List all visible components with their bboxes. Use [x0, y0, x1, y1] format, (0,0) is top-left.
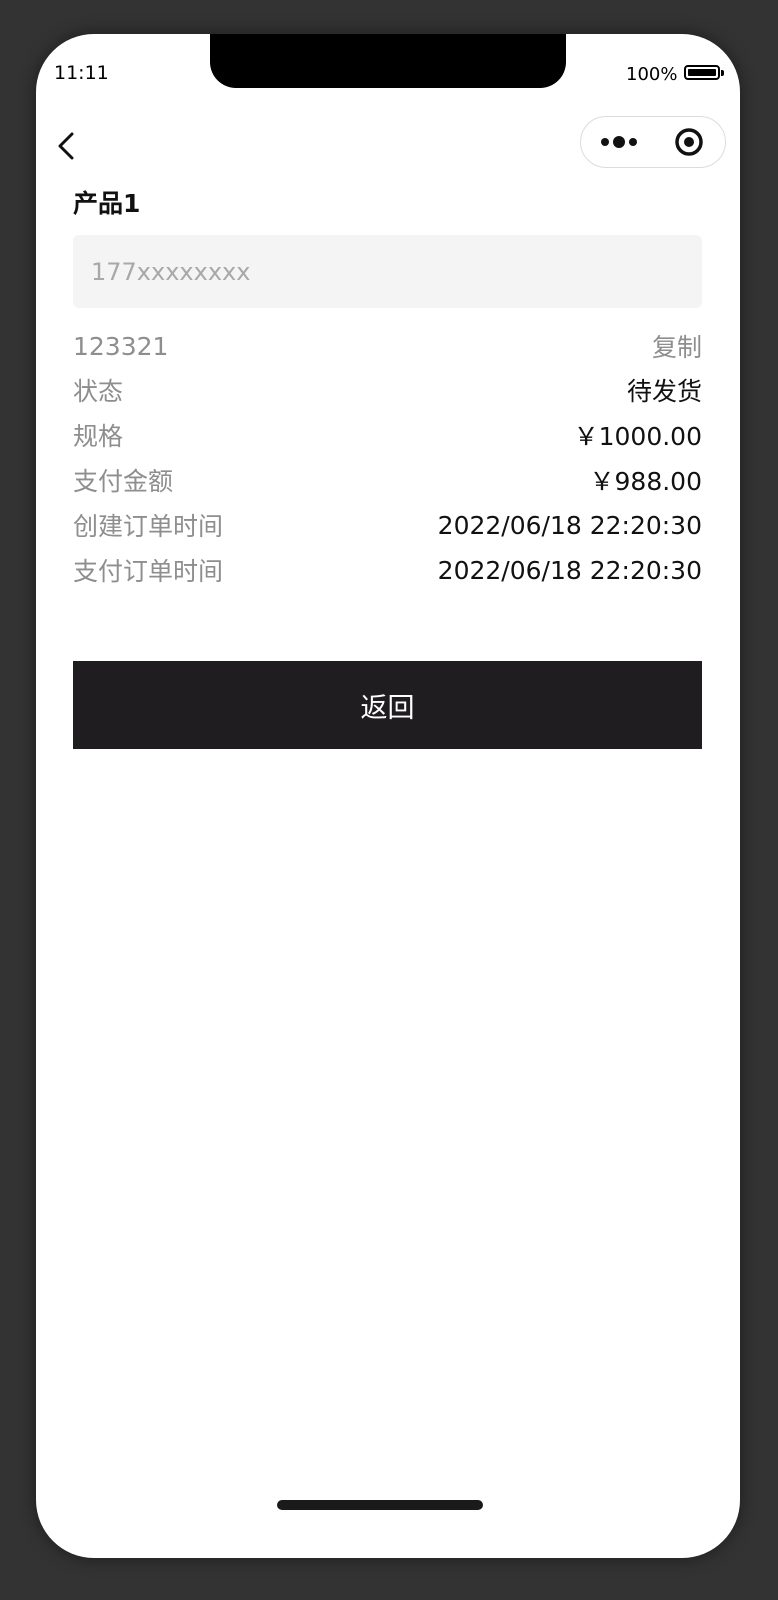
product-title: 产品1 [73, 189, 141, 218]
order-number-row: 123321 复制 [73, 326, 702, 366]
status-value: 待发货 [626, 377, 702, 406]
battery-tip [721, 70, 724, 76]
more-button[interactable] [591, 117, 651, 167]
payment-amount-row: 支付金额 ￥988.00 [73, 460, 702, 500]
paid-time-row: 支付订单时间 2022/06/18 22:20:30 [73, 550, 702, 590]
return-button[interactable]: 返回 [73, 661, 702, 749]
paid-time-value: 2022/06/18 22:20:30 [437, 555, 702, 585]
created-time-label: 创建订单时间 [73, 512, 224, 541]
back-button[interactable] [48, 126, 88, 166]
home-indicator [277, 1500, 483, 1510]
status-label: 状态 [73, 377, 124, 406]
created-time-row: 创建订单时间 2022/06/18 22:20:30 [73, 505, 702, 545]
payment-amount-value: ￥988.00 [589, 467, 702, 496]
paid-time-label: 支付订单时间 [73, 557, 224, 586]
chevron-left-icon [58, 132, 74, 160]
spec-label: 规格 [73, 422, 124, 451]
more-dots-icon [601, 136, 637, 148]
spec-row: 规格 ￥1000.00 [73, 415, 702, 455]
battery-percentage: 100% [626, 64, 678, 85]
status-time: 11:11 [54, 62, 109, 84]
notch [210, 34, 566, 88]
copy-button[interactable]: 复制 [652, 328, 702, 364]
phone-frame: 11:11 100% 产品1 123321 复制 状态 待发货 [36, 34, 740, 1558]
target-circle-icon [675, 128, 703, 156]
status-row: 状态 待发货 [73, 370, 702, 410]
battery-icon [684, 65, 720, 80]
spec-value: ￥1000.00 [573, 422, 702, 451]
phone-input[interactable] [73, 235, 702, 308]
created-time-value: 2022/06/18 22:20:30 [437, 510, 702, 540]
order-number: 123321 [73, 331, 169, 361]
close-mini-program-button[interactable] [665, 117, 721, 167]
payment-amount-label: 支付金额 [73, 467, 174, 496]
mini-program-capsule [580, 116, 726, 168]
